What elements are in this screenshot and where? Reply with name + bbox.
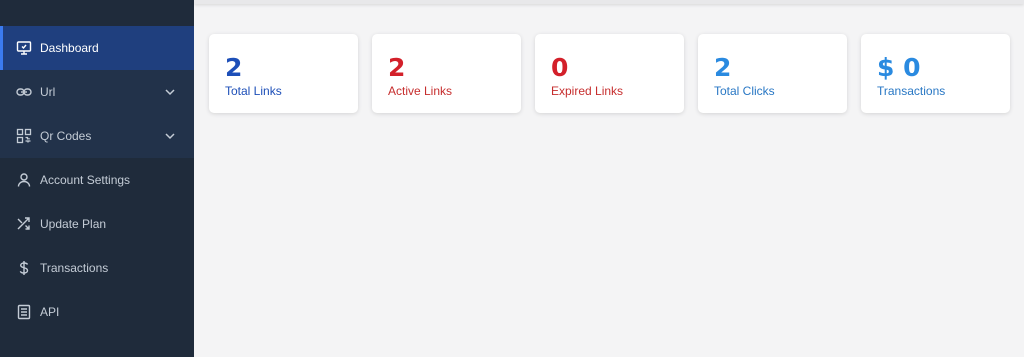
stat-label: Expired Links xyxy=(551,84,624,98)
sidebar-item-dashboard[interactable]: Dashboard xyxy=(0,26,194,70)
stat-card-expired-links: 0 Expired Links xyxy=(535,34,684,113)
stat-value: 2 xyxy=(714,53,732,82)
link-icon xyxy=(16,84,32,100)
stat-value: 2 xyxy=(388,53,406,82)
sidebar-item-label: Update Plan xyxy=(40,217,107,231)
user-icon xyxy=(16,172,32,188)
stat-label: Total Clicks xyxy=(714,84,775,98)
shuffle-icon xyxy=(16,216,32,232)
sidebar-item-label: Transactions xyxy=(40,261,109,275)
sidebar-header-spacer xyxy=(0,0,194,26)
stat-label: Total Links xyxy=(225,84,282,98)
sidebar: Dashboard Url Qr Codes Account Settings … xyxy=(0,0,194,357)
sidebar-item-update-plan[interactable]: Update Plan xyxy=(0,202,194,246)
sidebar-item-api[interactable]: API xyxy=(0,290,194,334)
sidebar-item-label: Url xyxy=(40,85,56,99)
stat-value: 2 xyxy=(225,53,243,82)
chevron-down-icon[interactable] xyxy=(164,86,176,98)
top-bar xyxy=(194,0,1024,4)
sidebar-item-label: Qr Codes xyxy=(40,129,92,143)
stat-value: 0 xyxy=(551,53,569,82)
sidebar-item-url[interactable]: Url xyxy=(0,70,194,114)
sidebar-item-transactions[interactable]: Transactions xyxy=(0,246,194,290)
stat-card-active-links: 2 Active Links xyxy=(372,34,521,113)
dollar-icon xyxy=(16,260,32,276)
qr-code-icon xyxy=(16,128,32,144)
sidebar-item-qr-codes[interactable]: Qr Codes xyxy=(0,114,194,158)
stat-label: Transactions xyxy=(877,84,946,98)
stat-label: Active Links xyxy=(388,84,453,98)
sidebar-item-label: Dashboard xyxy=(40,41,99,55)
stat-card-total-clicks: 2 Total Clicks xyxy=(698,34,847,113)
monitor-icon xyxy=(16,40,32,56)
stat-card-transactions: $ 0 Transactions xyxy=(861,34,1010,113)
chevron-down-icon[interactable] xyxy=(164,130,176,142)
stat-card-total-links: 2 Total Links xyxy=(209,34,358,113)
document-icon xyxy=(16,304,32,320)
sidebar-item-account-settings[interactable]: Account Settings xyxy=(0,158,194,202)
sidebar-item-label: Account Settings xyxy=(40,173,131,187)
sidebar-item-label: API xyxy=(40,305,60,319)
stat-value: $ 0 xyxy=(877,53,921,82)
